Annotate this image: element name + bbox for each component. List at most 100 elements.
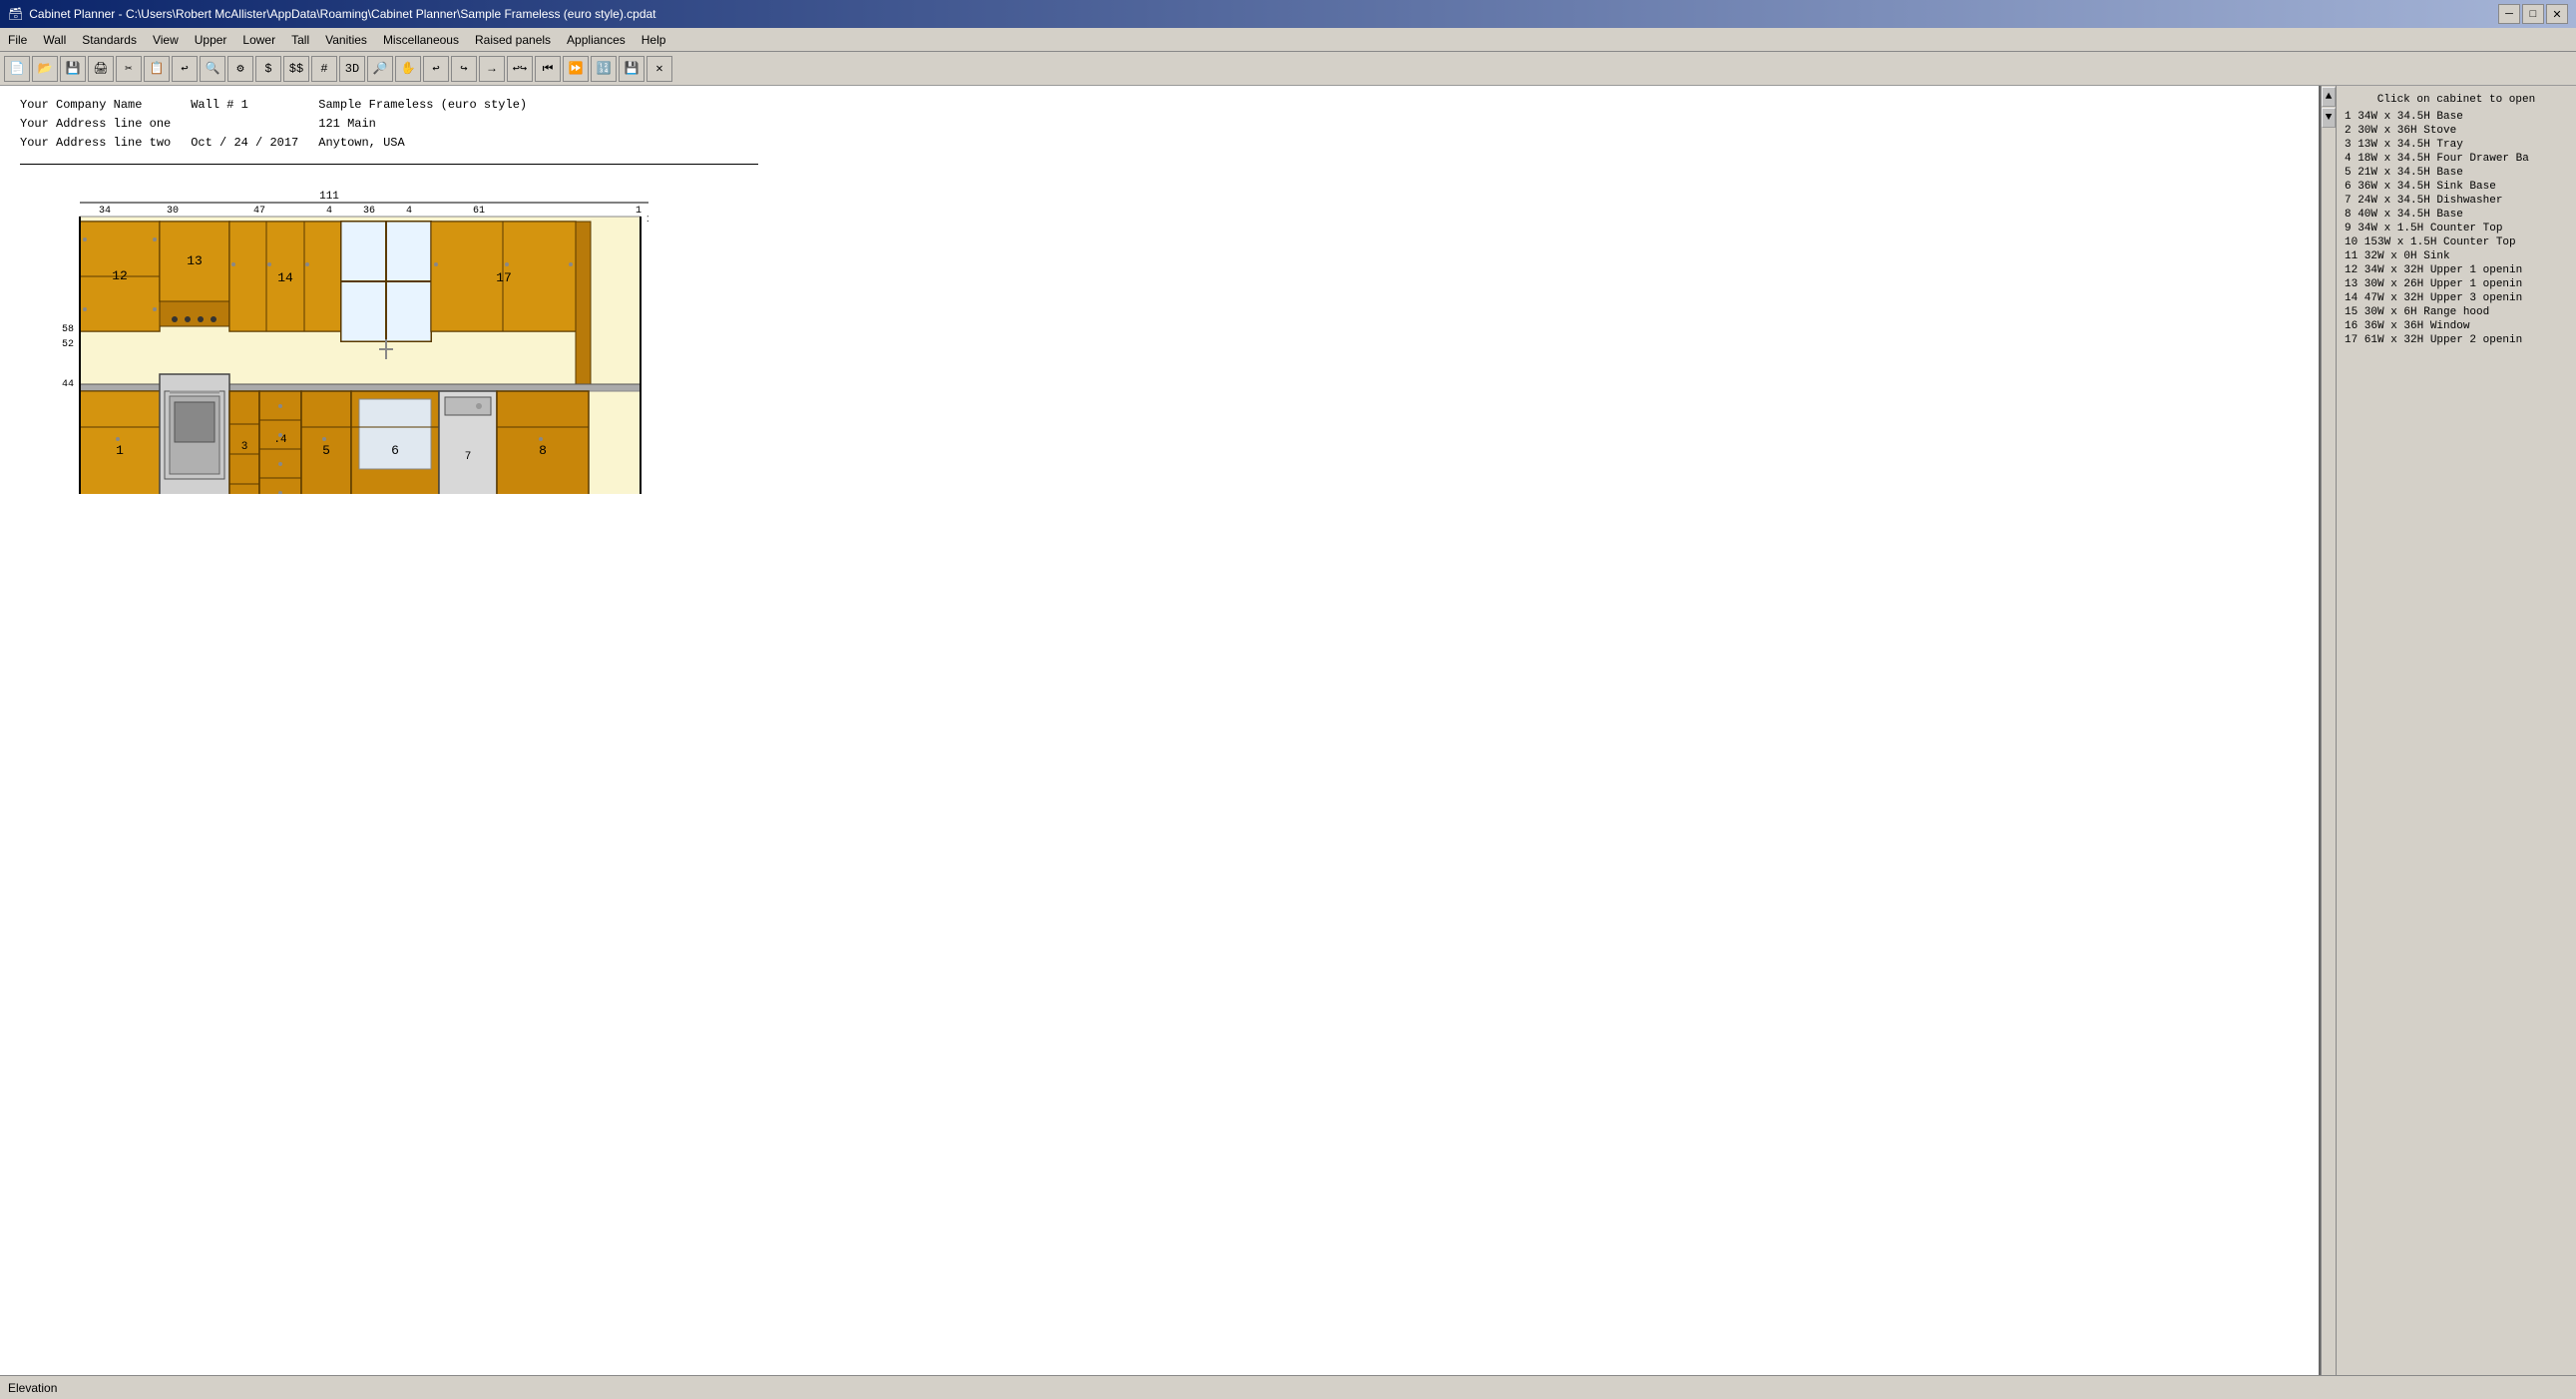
cabinet-list-item[interactable]: 2 30W x 36H Stove [2337, 124, 2576, 138]
right-scroll[interactable]: ▲ ▼ [2321, 86, 2337, 1375]
toolbar-button-7[interactable]: 🔍 [200, 56, 225, 82]
toolbar-button-20[interactable]: ⏩ [563, 56, 589, 82]
cabinet-list-item[interactable]: 5 21W x 34.5H Base [2337, 166, 2576, 180]
svg-text:61: 61 [473, 206, 485, 217]
close-button[interactable]: ✕ [2546, 4, 2568, 24]
toolbar-button-4[interactable]: ✂ [116, 56, 142, 82]
menu-item-raised panels[interactable]: Raised panels [467, 28, 559, 51]
cabinet-list-item[interactable]: 1 34W x 34.5H Base [2337, 110, 2576, 124]
toolbar-button-1[interactable]: 📂 [32, 56, 58, 82]
toolbar-button-13[interactable]: 🔎 [367, 56, 393, 82]
svg-text:14: 14 [277, 270, 293, 285]
svg-text:7: 7 [465, 451, 472, 463]
window-title: Cabinet Planner - C:\Users\Robert McAlli… [29, 7, 655, 21]
toolbar-button-22[interactable]: 💾 [619, 56, 644, 82]
cabinet-list-item[interactable]: 15 30W x 6H Range hood [2337, 305, 2576, 319]
svg-text:111: 111 [319, 191, 339, 203]
menu-item-help[interactable]: Help [634, 28, 674, 51]
toolbar-button-21[interactable]: 🔢 [591, 56, 617, 82]
address2-label: Your Address line two [20, 134, 191, 153]
toolbar-button-3[interactable]: 🖨 [88, 56, 114, 82]
svg-text:1: 1 [636, 206, 642, 217]
menu-item-upper[interactable]: Upper [187, 28, 235, 51]
menu-item-wall[interactable]: Wall [35, 28, 74, 51]
titlebar-left: 🗃 Cabinet Planner - C:\Users\Robert McAl… [8, 7, 656, 21]
cabinet-list-item[interactable]: 7 24W x 34.5H Dishwasher [2337, 194, 2576, 208]
menu-item-lower[interactable]: Lower [234, 28, 283, 51]
svg-text:4: 4 [326, 206, 332, 217]
svg-text:3: 3 [241, 441, 248, 453]
svg-text:47: 47 [253, 206, 265, 217]
city-state: Anytown, USA [318, 134, 547, 153]
menu-item-miscellaneous[interactable]: Miscellaneous [375, 28, 467, 51]
menu-item-view[interactable]: View [145, 28, 187, 51]
main-layout: Your Company Name Wall # 1 Sample Framel… [0, 86, 2576, 1375]
toolbar-button-18[interactable]: ↩↪ [507, 56, 533, 82]
cabinet-list-item[interactable]: 6 36W x 34.5H Sink Base [2337, 180, 2576, 194]
maximize-button[interactable]: □ [2522, 4, 2544, 24]
cabinet-list-item[interactable]: 8 40W x 34.5H Base [2337, 208, 2576, 222]
minimize-button[interactable]: ─ [2498, 4, 2520, 24]
toolbar-button-8[interactable]: ⚙ [227, 56, 253, 82]
company-label: Your Company Name [20, 96, 191, 115]
toolbar-button-16[interactable]: ↪ [451, 56, 477, 82]
svg-text:13: 13 [187, 253, 203, 268]
address1-value: 121 Main [318, 115, 547, 134]
cabinet-list-item[interactable]: 11 32W x 0H Sink [2337, 249, 2576, 263]
drawing-area: Your Company Name Wall # 1 Sample Framel… [0, 86, 2321, 1375]
toolbar-button-19[interactable]: ⏮ [535, 56, 561, 82]
statusbar-label: Elevation [8, 1381, 57, 1395]
menu-item-standards[interactable]: Standards [74, 28, 145, 51]
titlebar-controls[interactable]: ─ □ ✕ [2498, 4, 2568, 24]
svg-text:12: 12 [112, 268, 128, 283]
header-info: Your Company Name Wall # 1 Sample Framel… [0, 86, 2319, 160]
address1-label: Your Address line one [20, 115, 191, 134]
cabinet-list-item[interactable]: 4 18W x 34.5H Four Drawer Ba [2337, 152, 2576, 166]
svg-text:58: 58 [62, 324, 74, 335]
cabinet-list-item[interactable]: 3 13W x 34.5H Tray [2337, 138, 2576, 152]
toolbar-button-14[interactable]: ✋ [395, 56, 421, 82]
svg-text:8: 8 [539, 443, 547, 458]
toolbar-button-10[interactable]: $$ [283, 56, 309, 82]
svg-text:5: 5 [322, 443, 330, 458]
cabinet-list-item[interactable]: 12 34W x 32H Upper 1 openin [2337, 263, 2576, 277]
menu-item-vanities[interactable]: Vanities [317, 28, 375, 51]
toolbar-button-12[interactable]: 3D [339, 56, 365, 82]
menubar: FileWallStandardsViewUpperLowerTallVanit… [0, 28, 2576, 52]
menu-item-file[interactable]: File [0, 28, 35, 51]
toolbar-button-0[interactable]: 📄 [4, 56, 30, 82]
toolbar-button-2[interactable]: 💾 [60, 56, 86, 82]
header-divider [20, 164, 758, 165]
svg-text:17: 17 [496, 270, 512, 285]
svg-text:36: 36 [363, 206, 375, 217]
project-name: Sample Frameless (euro style) [318, 96, 547, 115]
toolbar-button-23[interactable]: ✕ [646, 56, 672, 82]
menu-item-appliances[interactable]: Appliances [559, 28, 634, 51]
elevation-container: 111 34 30 47 4 36 4 61 1 12 [30, 185, 2289, 494]
cabinet-list-item[interactable]: 9 34W x 1.5H Counter Top [2337, 222, 2576, 235]
elevation-svg[interactable]: 111 34 30 47 4 36 4 61 1 12 [30, 185, 648, 494]
cabinet-list-panel: Click on cabinet to open 1 34W x 34.5H B… [2337, 86, 2576, 1375]
cabinet-list-items: 1 34W x 34.5H Base2 30W x 36H Stove3 13W… [2337, 110, 2576, 347]
toolbar-button-17[interactable]: → [479, 56, 505, 82]
app-icon: 🗃 [8, 7, 23, 21]
statusbar: Elevation [0, 1375, 2576, 1399]
title-bar: 🗃 Cabinet Planner - C:\Users\Robert McAl… [0, 0, 2576, 28]
cabinet-list-item[interactable]: 14 47W x 32H Upper 3 openin [2337, 291, 2576, 305]
toolbar-button-6[interactable]: ↩ [172, 56, 198, 82]
svg-text:1: 1 [116, 443, 124, 458]
cabinet-list-item[interactable]: 17 61W x 32H Upper 2 openin [2337, 333, 2576, 347]
cabinet-list-item[interactable]: 13 30W x 26H Upper 1 openin [2337, 277, 2576, 291]
toolbar-button-11[interactable]: # [311, 56, 337, 82]
svg-text:1: 1 [646, 215, 648, 226]
cabinet-list-item[interactable]: 10 153W x 1.5H Counter Top [2337, 235, 2576, 249]
cabinet-list-item[interactable]: 16 36W x 36H Window [2337, 319, 2576, 333]
toolbar-button-9[interactable]: $ [255, 56, 281, 82]
toolbar-button-15[interactable]: ↩ [423, 56, 449, 82]
cabinet-list-header: Click on cabinet to open [2337, 90, 2576, 110]
toolbar: 📄📂💾🖨✂📋↩🔍⚙$$$#3D🔎✋↩↪→↩↪⏮⏩🔢💾✕ [0, 52, 2576, 86]
svg-text:44: 44 [62, 379, 74, 390]
svg-text:6: 6 [391, 443, 399, 458]
menu-item-tall[interactable]: Tall [283, 28, 317, 51]
toolbar-button-5[interactable]: 📋 [144, 56, 170, 82]
